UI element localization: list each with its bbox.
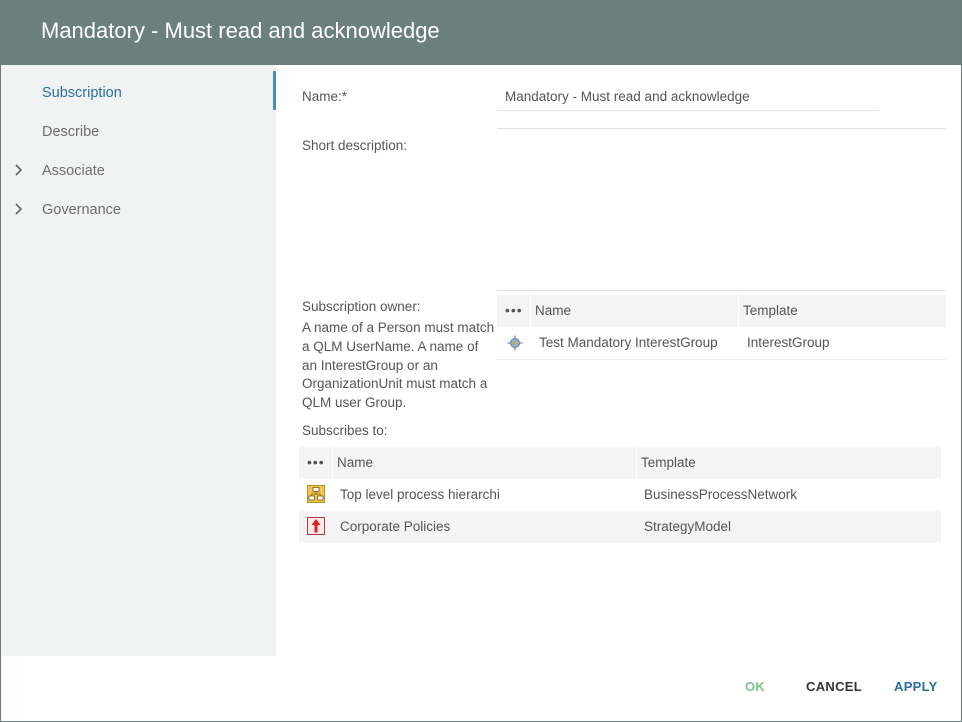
sidebar: Subscription Describe Associate Governan… <box>1 65 276 656</box>
column-header-name[interactable]: Name <box>337 455 373 470</box>
row-name: Corporate Policies <box>340 519 451 534</box>
sidebar-item-governance[interactable]: Governance <box>1 190 276 229</box>
sidebar-item-subscription[interactable]: Subscription <box>1 73 276 112</box>
column-header-template[interactable]: Template <box>641 455 696 470</box>
row-template: StrategyModel <box>644 519 732 534</box>
grid-menu-icon[interactable]: ••• <box>505 302 523 318</box>
owner-grid-header: ••• Name Template <box>497 295 946 327</box>
table-row[interactable]: Corporate Policies StrategyModel <box>299 511 941 543</box>
chevron-right-icon[interactable] <box>14 202 24 216</box>
process-network-icon <box>307 485 325 503</box>
sidebar-item-label: Associate <box>42 163 105 179</box>
name-label: Name:* <box>302 89 348 104</box>
column-header-name[interactable]: Name <box>535 303 571 318</box>
column-separator <box>530 295 531 327</box>
column-separator <box>738 295 739 327</box>
strategy-model-icon <box>307 517 325 535</box>
row-name: Test Mandatory InterestGroup <box>539 335 718 350</box>
subscribes-to-label: Subscribes to: <box>302 423 388 438</box>
subscribes-grid-header: ••• Name Template <box>299 447 941 479</box>
cancel-button[interactable]: CANCEL <box>806 679 862 694</box>
subscribes-grid: ••• Name Template Top level process hier… <box>299 447 941 544</box>
ok-button[interactable]: OK <box>745 679 765 694</box>
sidebar-item-describe[interactable]: Describe <box>1 112 276 151</box>
owner-grid: ••• Name Template Test Mandatory Interes… <box>497 295 946 360</box>
short-description-field[interactable] <box>497 128 946 291</box>
dialog: Mandatory - Must read and acknowledge Su… <box>0 0 962 722</box>
sidebar-item-label: Describe <box>42 124 100 140</box>
chevron-right-icon[interactable] <box>14 163 24 177</box>
interest-group-icon <box>507 335 523 351</box>
column-separator <box>332 447 333 479</box>
subscription-owner-label: Subscription owner: <box>302 299 421 314</box>
sidebar-item-label: Subscription <box>42 85 122 101</box>
row-template: InterestGroup <box>747 335 830 350</box>
name-field[interactable] <box>497 83 879 111</box>
table-row[interactable]: Test Mandatory InterestGroup InterestGro… <box>497 327 946 360</box>
sidebar-item-label: Governance <box>42 202 121 218</box>
row-template: BusinessProcessNetwork <box>644 487 798 502</box>
column-separator <box>636 447 637 479</box>
short-description-label: Short description: <box>302 138 408 153</box>
dialog-title: Mandatory - Must read and acknowledge <box>41 18 440 43</box>
column-header-template[interactable]: Template <box>743 303 798 318</box>
active-tab-indicator <box>273 71 276 110</box>
sidebar-item-associate[interactable]: Associate <box>1 151 276 190</box>
dialog-header: Mandatory - Must read and acknowledge <box>1 1 961 65</box>
row-name: Top level process hierarchi <box>340 487 500 502</box>
subscription-owner-help: A name of a Person must match a QLM User… <box>302 320 495 411</box>
grid-menu-icon[interactable]: ••• <box>307 454 325 470</box>
table-row[interactable]: Top level process hierarchi BusinessProc… <box>299 479 941 511</box>
apply-button[interactable]: APPLY <box>894 679 938 694</box>
